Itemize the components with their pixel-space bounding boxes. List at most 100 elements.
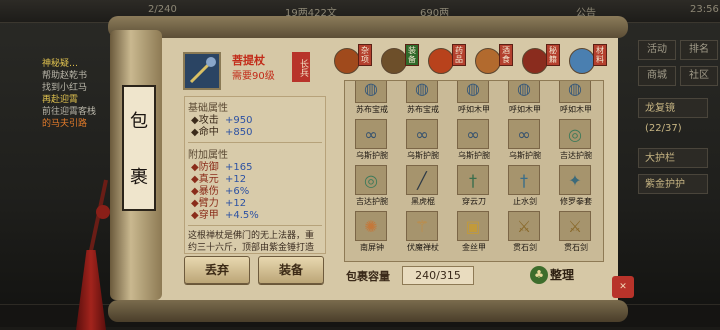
selected-item-icon (183, 52, 221, 90)
scroll-bottom-roller (108, 300, 628, 322)
item-label: 修罗拳套 (560, 197, 592, 206)
item-label: 伏魔禅杖 (407, 243, 439, 252)
inventory-slot[interactable]: ⚚ 伏魔禅杖 (399, 211, 447, 253)
item-icon: ⚔ (508, 211, 540, 241)
item-icon: ◍ (508, 81, 540, 103)
attr-value: +12 (225, 174, 247, 185)
tab-equip[interactable]: 装备 (379, 42, 423, 76)
inventory-slot[interactable]: ∞ 乌斯护腕 (501, 119, 549, 161)
bag-icon[interactable]: ♣ (530, 266, 548, 284)
inventory-slot[interactable]: ◍ 苏布宝戒 (399, 81, 447, 115)
inventory-slot[interactable]: ✺ 南屏钟 (348, 211, 396, 253)
discard-button[interactable]: 丢弃 (184, 256, 250, 284)
community-button[interactable]: 社区 (680, 66, 718, 86)
tab-food[interactable]: 酒食 (473, 42, 517, 76)
food-icon (475, 48, 501, 74)
category-tabs: 杂项 装备 药品 酒食 秘籍 材料 (332, 42, 617, 76)
level-indicator: 龙复镜 (22/37) (638, 98, 708, 134)
item-label: 呼如木甲 (509, 105, 541, 114)
inventory-grid-container[interactable]: ◍ 苏布宝戒 ◍ 苏布宝戒 ◍ 呼如木甲 ◍ 呼如木甲 ◍ 呼如木甲 ∞ 乌斯护腕 ∞ 乌斯护腕 ∞ 乌斯护腕… (344, 80, 604, 262)
attr-value: +950 (225, 115, 253, 126)
item-icon: ◍ (559, 81, 591, 103)
attr-name: ◆穿甲 (191, 210, 219, 221)
item-icon: ✦ (559, 165, 591, 195)
attr-row: ◆臂力 +12 (191, 198, 325, 210)
extra-attrs-heading: 附加属性 (188, 150, 228, 161)
attr-name: ◆命中 (191, 127, 219, 138)
equip-button[interactable]: 装备 (258, 256, 324, 284)
item-label: 贯石剑 (564, 243, 588, 252)
right-side-menu: 活动 排名 商城 社区 龙复镜 (22/37) 大护栏 紫金护护 (638, 40, 720, 194)
capacity-label: 包裹容量 (346, 270, 390, 283)
item-label: 苏布宝戒 (407, 105, 439, 114)
inventory-slot[interactable]: ◍ 呼如木甲 (552, 81, 600, 115)
tab-book[interactable]: 秘籍 (520, 42, 564, 76)
item-icon: ✺ (355, 211, 387, 241)
capacity-value: 240/315 (402, 266, 474, 285)
attr-value: +6% (225, 186, 250, 197)
shop-button[interactable]: 商城 (638, 66, 676, 86)
item-icon: ╱ (406, 165, 438, 195)
close-seal-icon[interactable]: ✕ (612, 276, 634, 298)
side-option-2[interactable]: 紫金护护 (638, 174, 708, 194)
weapon-type-stamp: 长兵 (292, 52, 310, 82)
attr-name: ◆真元 (191, 174, 219, 185)
item-icon: ⚚ (406, 211, 438, 241)
inventory-title: 包 裹 (122, 85, 156, 211)
scroll-top-roller (108, 16, 628, 38)
item-label: 呼如木甲 (458, 105, 490, 114)
inventory-slot[interactable]: ⚔ 贯石剑 (501, 211, 549, 253)
exp-counter: 2/240 (148, 4, 177, 15)
tab-misc[interactable]: 杂项 (332, 42, 376, 76)
item-description: 这根禅杖是佛门的无上法器，重约三十六斤，顶部由紫金锤打造镶嵌，从菩提树…… (188, 231, 315, 253)
inventory-slot[interactable]: ⚔ 贯石剑 (552, 211, 600, 253)
basic-attrs-heading: 基础属性 (188, 103, 228, 114)
inventory-slot[interactable]: ◎ 吉达护腕 (552, 119, 600, 161)
item-label: 吉达护腕 (356, 197, 388, 206)
activity-button[interactable]: 活动 (638, 40, 676, 60)
tassel-knot (96, 205, 110, 219)
inventory-slot[interactable]: ✦ 修罗拳套 (552, 165, 600, 207)
title-char-2: 裹 (130, 167, 148, 188)
item-label: 乌斯护腕 (356, 151, 388, 160)
attr-name: ◆暴伤 (191, 186, 219, 197)
inventory-slot[interactable]: ∞ 乌斯护腕 (450, 119, 498, 161)
attr-name: ◆攻击 (191, 115, 219, 126)
attr-row: ◆真元 +12 (191, 174, 325, 186)
inventory-slot[interactable]: ▣ 金丝甲 (450, 211, 498, 253)
inventory-slot[interactable]: ◍ 呼如木甲 (501, 81, 549, 115)
sort-button[interactable]: 整理 (550, 266, 574, 283)
item-label: 苏布宝戒 (356, 105, 388, 114)
inventory-slot[interactable]: ∞ 乌斯护腕 (348, 119, 396, 161)
attr-row: ◆命中 +850 (191, 127, 325, 139)
tab-material[interactable]: 材料 (567, 42, 611, 76)
rank-button[interactable]: 排名 (680, 40, 718, 60)
item-icon: ◍ (355, 81, 387, 103)
inventory-slot[interactable]: † 止水剑 (501, 165, 549, 207)
inventory-slot[interactable]: ╱ 黑虎棍 (399, 165, 447, 207)
item-name: 菩提杖 (232, 54, 265, 67)
item-label: 贯石剑 (513, 243, 537, 252)
item-label: 呼如木甲 (560, 105, 592, 114)
attr-value: +4.5% (225, 210, 259, 221)
medicine-icon (428, 48, 454, 74)
attr-value: +165 (225, 162, 253, 173)
tab-label: 酒食 (499, 44, 513, 66)
inventory-grid: ◍ 苏布宝戒 ◍ 苏布宝戒 ◍ 呼如木甲 ◍ 呼如木甲 ◍ 呼如木甲 ∞ 乌斯护腕 ∞ 乌斯护腕 ∞ 乌斯护腕… (348, 81, 602, 253)
item-label: 乌斯护腕 (407, 151, 439, 160)
tab-label: 材料 (593, 44, 607, 66)
tab-label: 秘籍 (546, 44, 560, 66)
tab-label: 装备 (405, 44, 419, 66)
item-icon: † (457, 165, 489, 195)
inventory-slot[interactable]: ∞ 乌斯护腕 (399, 119, 447, 161)
side-option-1[interactable]: 大护栏 (638, 148, 708, 168)
item-icon: ⚔ (559, 211, 591, 241)
inventory-slot[interactable]: ◎ 吉达护腕 (348, 165, 396, 207)
tab-medicine[interactable]: 药品 (426, 42, 470, 76)
item-label: 乌斯护腕 (458, 151, 490, 160)
item-label: 黑虎棍 (411, 197, 435, 206)
inventory-slot[interactable]: † 穿云刀 (450, 165, 498, 207)
inventory-slot[interactable]: ◍ 呼如木甲 (450, 81, 498, 115)
inventory-slot[interactable]: ◍ 苏布宝戒 (348, 81, 396, 115)
item-icon: ∞ (406, 119, 438, 149)
